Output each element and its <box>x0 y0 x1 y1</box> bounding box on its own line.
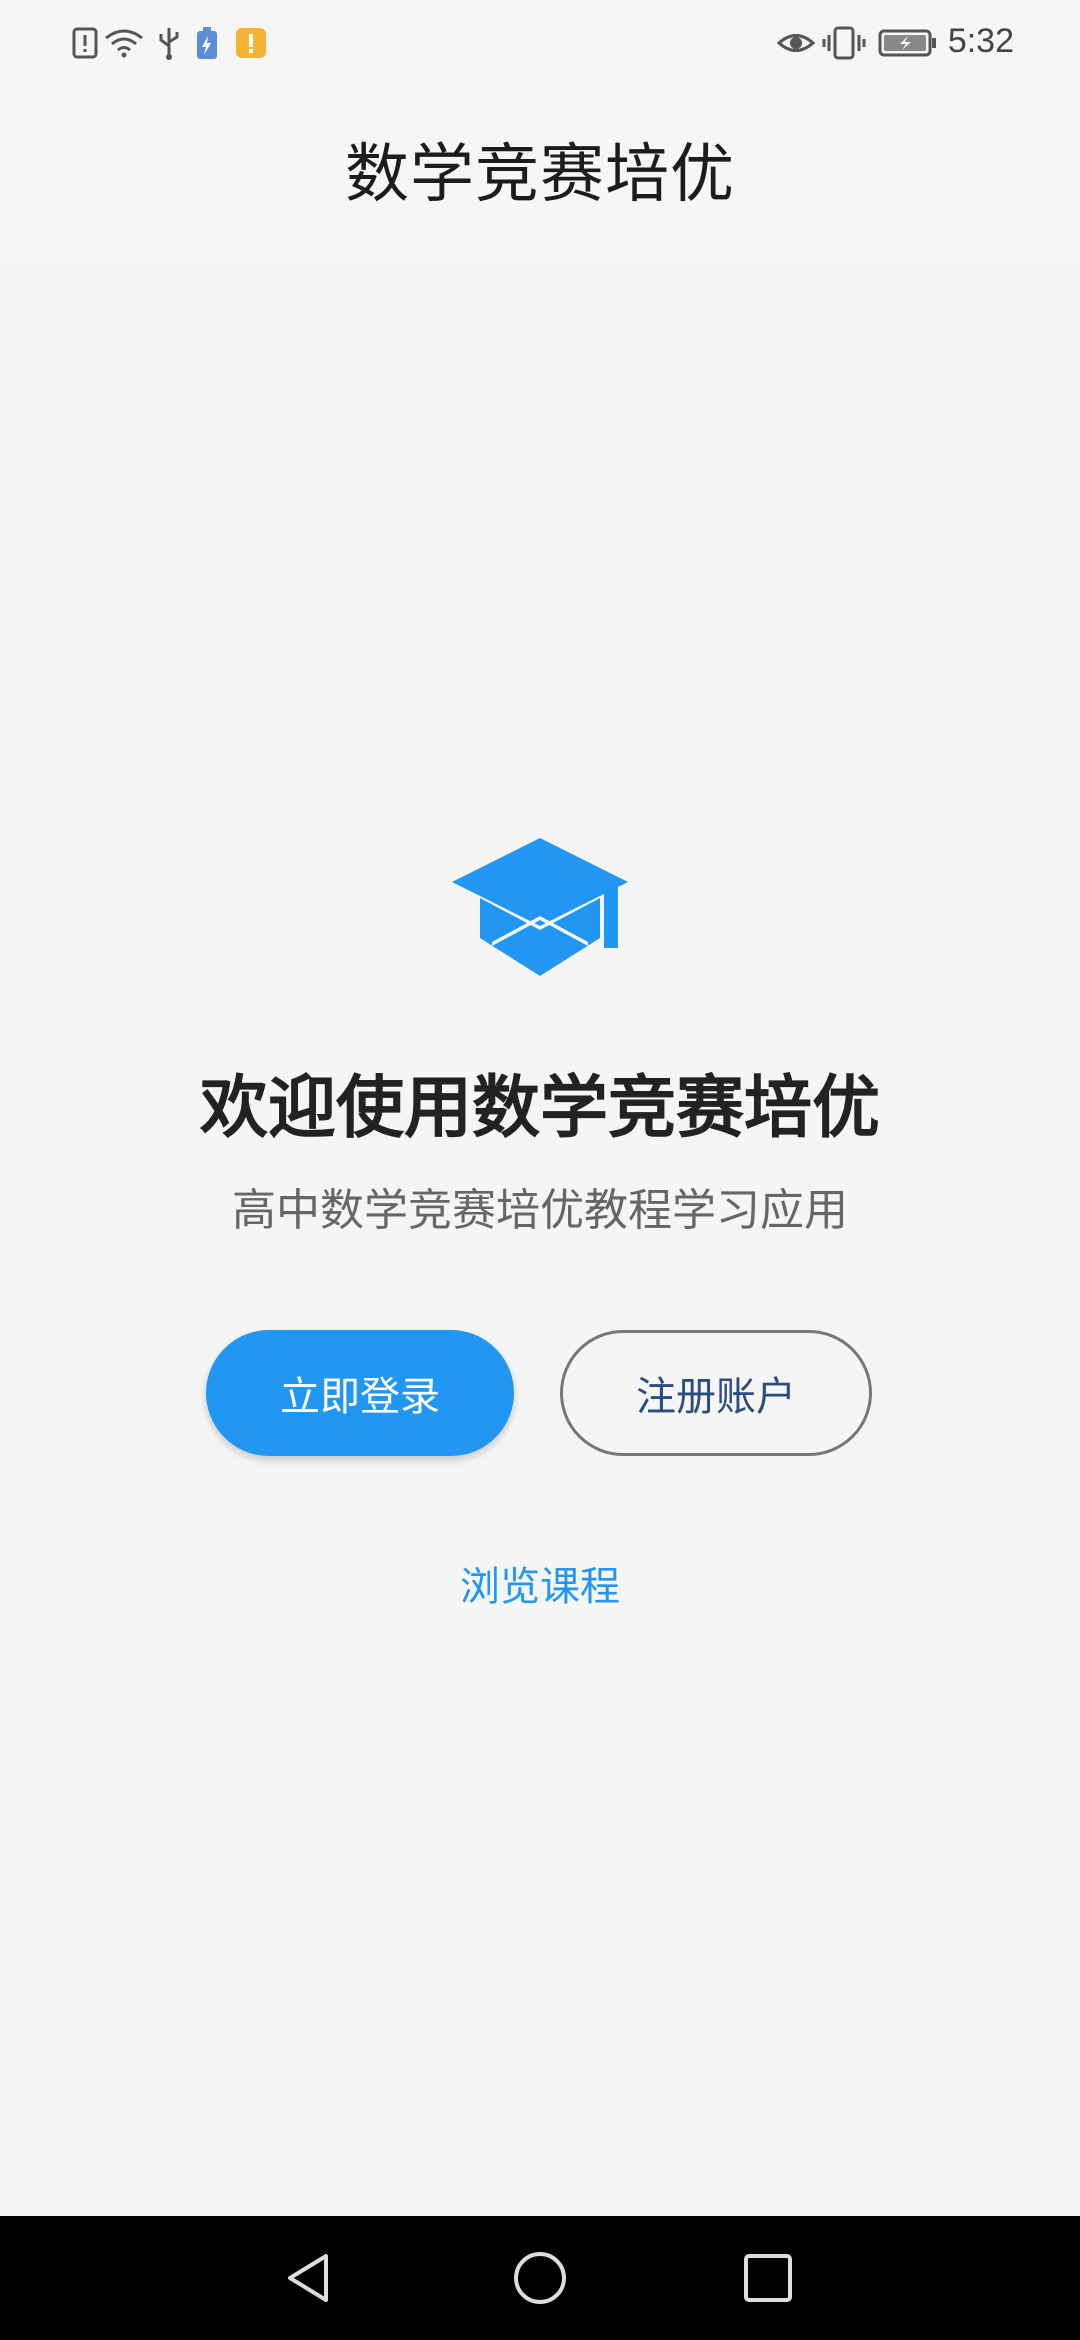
register-button[interactable]: 注册账户 <box>560 1330 872 1456</box>
alert-icon <box>72 27 98 59</box>
notification-icon <box>236 28 266 58</box>
wifi-icon <box>105 29 143 58</box>
welcome-subtitle: 高中数学竞赛培优教程学习应用 <box>232 1185 848 1236</box>
status-time: 5:32 <box>947 22 1014 60</box>
eye-icon <box>776 34 816 52</box>
login-button[interactable]: 立即登录 <box>206 1330 514 1456</box>
register-button-label: 注册账户 <box>636 1374 796 1420</box>
battery-icon <box>878 29 936 57</box>
app-bar: 数学竞赛培优 <box>0 88 1080 260</box>
battery-saver-icon <box>197 27 217 59</box>
system-nav-bar <box>0 2216 1080 2340</box>
login-button-label: 立即登录 <box>280 1374 440 1420</box>
browse-courses-link[interactable]: 浏览课程 <box>0 1554 1080 1612</box>
status-bar: 5:32 <box>0 0 1080 88</box>
home-icon[interactable] <box>510 2248 570 2308</box>
recents-icon[interactable] <box>738 2248 798 2308</box>
welcome-heading: 欢迎使用数学竞赛培优 <box>199 1069 880 1148</box>
page-title: 数学竞赛培优 <box>345 138 735 212</box>
vibrate-icon <box>822 26 866 60</box>
back-icon[interactable] <box>280 2248 340 2308</box>
usb-icon <box>159 28 179 60</box>
graduation-cap-icon <box>452 838 628 976</box>
